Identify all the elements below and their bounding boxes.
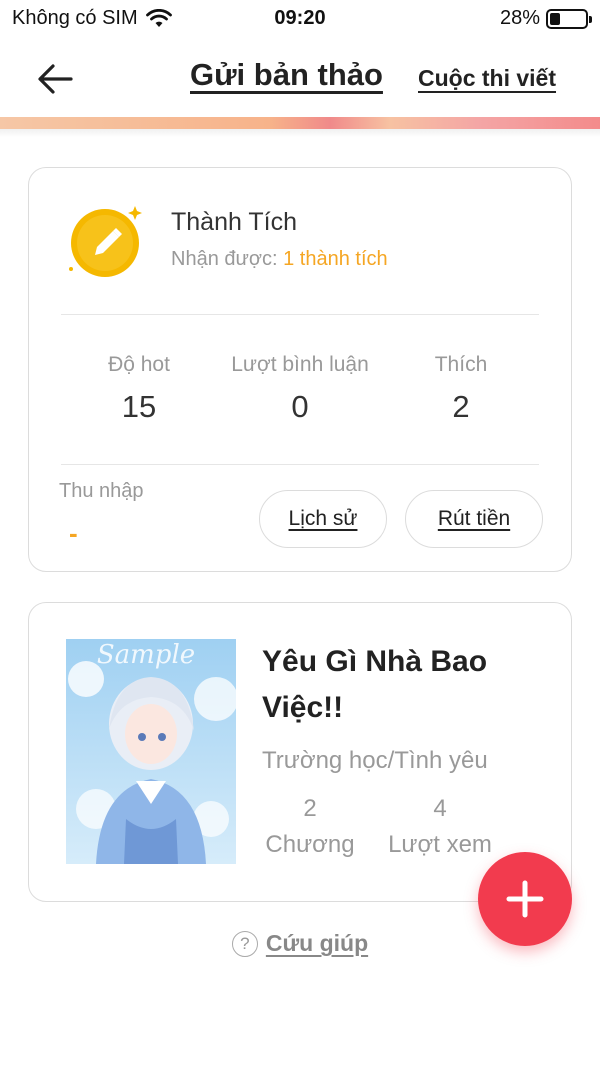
income-label: Thu nhập	[59, 480, 144, 502]
banner-shade	[0, 129, 600, 137]
stat-label: Độ hot	[108, 353, 170, 376]
received-label: Nhận được:	[171, 248, 278, 270]
plus-icon	[506, 880, 544, 918]
pencil-badge-icon	[69, 206, 142, 277]
stat-value: 0	[291, 389, 309, 424]
book-cover-image[interactable]: Sample	[66, 639, 236, 864]
achievement-received: Nhận được: 1 thành tích	[171, 248, 388, 271]
chapters-value: 2	[303, 795, 317, 822]
stat-comments: Lượt bình luận 0	[220, 353, 380, 425]
book-title[interactable]: Yêu Gì Nhà Bao Việc!!	[262, 639, 552, 731]
help-label[interactable]: Cứu giúp	[266, 930, 368, 957]
battery-percent: 28%	[499, 7, 540, 29]
received-value: 1 thành tích	[283, 248, 388, 270]
book-genre: Trường học/Tình yêu	[262, 747, 488, 774]
back-button[interactable]	[30, 57, 80, 101]
stat-hot: Độ hot 15	[59, 353, 219, 425]
stat-value: 2	[452, 389, 470, 424]
cover-watermark: Sample	[97, 640, 195, 670]
banner-strip	[0, 117, 600, 129]
contest-link[interactable]: Cuộc thi viết	[418, 65, 556, 92]
stat-label: Thích	[434, 353, 488, 376]
history-button[interactable]: Lịch sử	[259, 490, 387, 548]
arrow-left-icon	[38, 64, 73, 94]
achievement-card: Thành Tích Nhận được: 1 thành tích Độ ho…	[28, 167, 572, 572]
stat-likes: Thích 2	[381, 353, 541, 425]
achievement-title: Thành Tích	[171, 208, 298, 236]
battery-group: 28%	[499, 7, 592, 30]
page-title: Gửi bản thảo	[190, 57, 383, 92]
divider	[61, 314, 539, 315]
navigation-bar: Gửi bản thảo Cuộc thi viết	[0, 45, 600, 115]
chapters-label: Chương	[265, 831, 355, 858]
help-link[interactable]: ? Cứu giúp	[0, 930, 600, 957]
chapters-stat: 2 Chương	[262, 795, 358, 859]
divider	[61, 464, 539, 465]
views-label: Lượt xem	[388, 831, 492, 858]
views-stat: 4 Lượt xem	[385, 795, 495, 859]
withdraw-button[interactable]: Rút tiền	[405, 490, 543, 548]
battery-icon	[546, 8, 592, 29]
income-value: -	[69, 518, 78, 548]
question-circle-icon: ?	[231, 930, 258, 957]
views-value: 4	[433, 795, 447, 822]
book-card[interactable]: Sample Yêu Gì Nhà Bao Việc!! Trường học/…	[28, 602, 572, 902]
stat-value: 15	[121, 389, 157, 424]
stat-label: Lượt bình luận	[231, 353, 369, 376]
battery-fill	[550, 12, 560, 25]
status-bar: Không có SIM 09:20 28%	[0, 0, 600, 40]
